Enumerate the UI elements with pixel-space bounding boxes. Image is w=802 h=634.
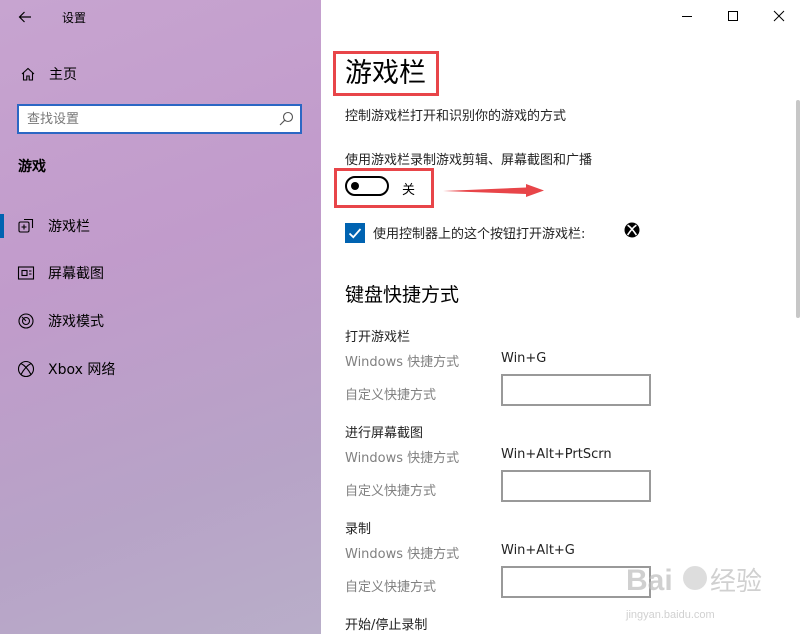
minimize-icon [682, 16, 692, 17]
home-icon [21, 67, 35, 81]
windows-shortcut-value: Win+Alt+PrtScrn [501, 447, 612, 462]
minimize-button[interactable] [664, 0, 710, 32]
annotation-arrow-icon [443, 184, 544, 197]
sidebar-home-label: 主页 [49, 67, 77, 83]
svg-text:经验: 经验 [710, 566, 762, 596]
windows-shortcut-value: Win+Alt+G [501, 543, 575, 558]
shortcut-title: 录制 [345, 522, 372, 537]
section-title: 游戏 [18, 159, 46, 175]
game-bar-icon [18, 218, 34, 233]
controller-checkbox[interactable] [345, 223, 365, 243]
svg-text:jingyan.baidu.com: jingyan.baidu.com [625, 609, 715, 621]
shortcut-title: 打开游戏栏 [345, 330, 411, 345]
record-toggle-state: 关 [402, 183, 416, 198]
toggle-knob [351, 182, 359, 190]
maximize-icon [728, 11, 738, 21]
windows-shortcut-label: Windows 快捷方式 [345, 547, 460, 562]
controller-checkbox-label: 使用控制器上的这个按钮打开游戏栏: [373, 227, 586, 242]
maximize-button[interactable] [710, 0, 756, 32]
windows-shortcut-value: Win+G [501, 351, 547, 366]
game-mode-icon [18, 313, 34, 329]
selection-indicator [0, 214, 4, 238]
scrollbar[interactable] [796, 100, 800, 318]
checkmark-icon [348, 228, 362, 239]
svg-text:Bai: Bai [626, 564, 673, 597]
shortcut-title: 进行屏幕截图 [345, 426, 424, 441]
shortcut-title: 开始/停止录制 [345, 618, 428, 633]
custom-shortcut-label: 自定义快捷方式 [345, 388, 437, 403]
sidebar-item-label: 游戏栏 [48, 219, 90, 235]
windows-shortcut-label: Windows 快捷方式 [345, 451, 460, 466]
search-icon[interactable] [277, 110, 295, 128]
back-arrow-icon [18, 11, 31, 23]
shortcuts-heading: 键盘快捷方式 [345, 284, 460, 306]
sidebar-home[interactable]: 主页 [18, 62, 77, 86]
sidebar-item-label: 游戏模式 [48, 314, 104, 330]
window-title: 设置 [62, 11, 87, 25]
captures-icon [17, 266, 35, 280]
custom-shortcut-label: 自定义快捷方式 [345, 484, 437, 499]
custom-shortcut-input[interactable] [501, 374, 651, 406]
sidebar-item-xbox-network[interactable]: Xbox 网络 [0, 351, 321, 387]
baidu-watermark: Bai 经验 jingyan.baidu.com [625, 564, 762, 621]
custom-shortcut-input[interactable] [501, 470, 651, 502]
page-description: 控制游戏栏打开和识别你的游戏的方式 [345, 109, 567, 124]
search-input[interactable] [27, 110, 267, 128]
sidebar-item-game-mode[interactable]: 游戏模式 [0, 303, 321, 339]
sidebar-item-captures[interactable]: 屏幕截图 [0, 255, 321, 291]
windows-shortcut-label: Windows 快捷方式 [345, 355, 460, 370]
page-title: 游戏栏 [345, 58, 426, 89]
custom-shortcut-label: 自定义快捷方式 [345, 580, 437, 595]
xbox-icon [17, 360, 35, 378]
sidebar-item-label: 屏幕截图 [48, 266, 104, 282]
sidebar-item-game-bar[interactable]: 游戏栏 [0, 208, 321, 244]
search-box[interactable] [17, 104, 302, 134]
record-toggle-caption: 使用游戏栏录制游戏剪辑、屏幕截图和广播 [345, 153, 593, 168]
close-icon [773, 10, 785, 22]
sidebar: 设置 主页 游戏 游戏栏 屏幕截图 [0, 0, 321, 634]
record-toggle-switch[interactable] [345, 176, 389, 196]
xbox-logo-icon [624, 222, 640, 238]
sidebar-item-label: Xbox 网络 [48, 362, 116, 378]
back-button[interactable] [12, 6, 38, 28]
close-button[interactable] [756, 0, 802, 32]
